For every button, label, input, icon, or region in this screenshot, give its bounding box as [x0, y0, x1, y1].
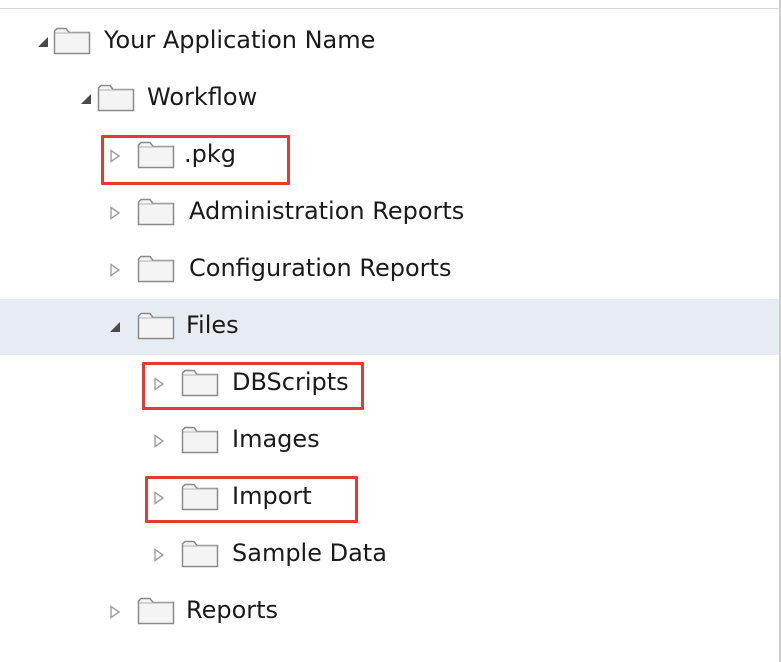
expanded-triangle-icon[interactable] — [108, 320, 122, 334]
tree-node-administration-reports[interactable]: Administration Reports — [0, 185, 779, 241]
tree-node-label: Images — [232, 425, 320, 453]
tree-node-label: Files — [186, 311, 239, 339]
folder-icon — [137, 312, 175, 340]
tree-node-sample-data[interactable]: Sample Data — [0, 527, 779, 583]
expanded-triangle-icon[interactable] — [79, 92, 93, 106]
tree-node-label: Reports — [186, 596, 279, 624]
collapsed-triangle-icon[interactable] — [108, 263, 122, 277]
folder-icon — [181, 369, 219, 397]
collapsed-triangle-icon[interactable] — [152, 491, 166, 505]
tree-node-label: DBScripts — [232, 368, 349, 396]
folder-tree: Your Application Name Workflow .pkg Admi… — [0, 0, 781, 662]
folder-icon — [181, 540, 219, 568]
collapsed-triangle-icon[interactable] — [152, 548, 166, 562]
collapsed-triangle-icon[interactable] — [108, 149, 122, 163]
collapsed-triangle-icon[interactable] — [152, 377, 166, 391]
folder-icon — [137, 597, 175, 625]
folder-icon — [181, 426, 219, 454]
tree-node-root[interactable]: Your Application Name — [0, 14, 779, 70]
tree-node-workflow[interactable]: Workflow — [0, 71, 779, 127]
folder-icon — [181, 483, 219, 511]
tree-node-configuration-reports[interactable]: Configuration Reports — [0, 242, 779, 298]
tree-node-images[interactable]: Images — [0, 413, 779, 469]
folder-icon — [97, 84, 135, 112]
tree-node-files[interactable]: Files — [0, 299, 779, 355]
folder-icon — [137, 255, 175, 283]
folder-icon — [137, 198, 175, 226]
tree-node-label: Sample Data — [232, 539, 387, 567]
tree-node-label: .pkg — [184, 140, 236, 168]
collapsed-triangle-icon[interactable] — [152, 434, 166, 448]
tree-node-label: Configuration Reports — [189, 254, 452, 282]
tree-node-reports[interactable]: Reports — [0, 584, 779, 640]
folder-icon — [137, 141, 175, 169]
tree-node-dbscripts[interactable]: DBScripts — [0, 356, 779, 412]
folder-icon — [53, 27, 91, 55]
tree-node-import[interactable]: Import — [0, 470, 779, 526]
collapsed-triangle-icon[interactable] — [108, 206, 122, 220]
tree-node-label: Administration Reports — [189, 197, 465, 225]
tree-node-pkg[interactable]: .pkg — [0, 128, 779, 184]
collapsed-triangle-icon[interactable] — [108, 605, 122, 619]
tree-node-label: Your Application Name — [104, 26, 376, 54]
tree-node-label: Import — [232, 482, 312, 510]
tree-node-label: Workflow — [147, 83, 258, 111]
expanded-triangle-icon[interactable] — [36, 35, 50, 49]
